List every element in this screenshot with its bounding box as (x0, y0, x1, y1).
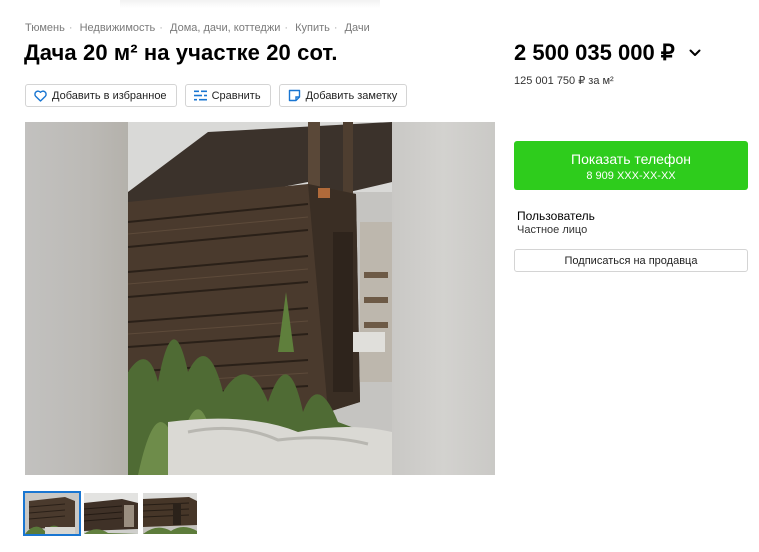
breadcrumb: Тюмень · Недвижимость · Дома, дачи, коттед… (25, 22, 370, 34)
breadcrumb-item-houses[interactable]: Дома, дачи, коттеджи (170, 22, 280, 34)
listing-title: Дача 20 м² на участке 20 сот. (24, 40, 338, 65)
compare-bars-icon (193, 89, 207, 102)
show-phone-button[interactable]: Показать телефон 8 909 XXX-XX-XX (514, 141, 748, 190)
add-note-label: Добавить заметку (305, 89, 398, 102)
breadcrumb-separator: · (159, 22, 163, 34)
thumbnail-2[interactable] (84, 493, 138, 534)
breadcrumb-item-dachas[interactable]: Дачи (345, 22, 370, 34)
breadcrumb-separator: · (284, 22, 289, 34)
note-icon (288, 89, 301, 102)
add-to-favorites-button[interactable]: Добавить в избранное (25, 84, 177, 107)
header-shadow (120, 0, 380, 8)
compare-button[interactable]: Сравнить (184, 84, 271, 107)
add-note-button[interactable]: Добавить заметку (278, 84, 408, 107)
price-value: 2 500 035 000 ₽ (514, 40, 675, 65)
photo-gallery[interactable] (25, 122, 495, 475)
chevron-down-icon[interactable] (689, 47, 701, 59)
breadcrumb-separator: · (68, 22, 73, 34)
breadcrumb-item-realty[interactable]: Недвижимость (80, 22, 156, 34)
heart-icon (34, 89, 47, 102)
breadcrumb-item-buy[interactable]: Купить (295, 22, 330, 34)
show-phone-label: Показать телефон (571, 151, 691, 167)
listing-actions: Добавить в избранное Сравнить Добавить з… (25, 84, 408, 107)
thumbnail-1[interactable] (23, 491, 81, 536)
gallery-blur-left (25, 122, 128, 475)
price: 2 500 035 000 ₽ (514, 40, 701, 66)
top-edge (0, 0, 759, 12)
thumbnail-3[interactable] (143, 493, 197, 534)
breadcrumb-separator: · (333, 22, 338, 34)
seller-type: Частное лицо (517, 224, 588, 236)
gallery-blur-right (392, 122, 495, 475)
masked-phone-number: 8 909 XXX-XX-XX (586, 170, 676, 182)
price-per-square-meter: 125 001 750 ₽ за м² (514, 75, 614, 87)
compare-label: Сравнить (211, 89, 261, 102)
subscribe-to-seller-button[interactable]: Подписаться на продавца (514, 249, 748, 272)
breadcrumb-item-city[interactable]: Тюмень (25, 22, 65, 34)
add-to-favorites-label: Добавить в избранное (52, 89, 167, 102)
thumbnail-strip (23, 491, 197, 536)
seller-name[interactable]: Пользователь (517, 209, 595, 223)
main-photo[interactable] (128, 122, 392, 475)
